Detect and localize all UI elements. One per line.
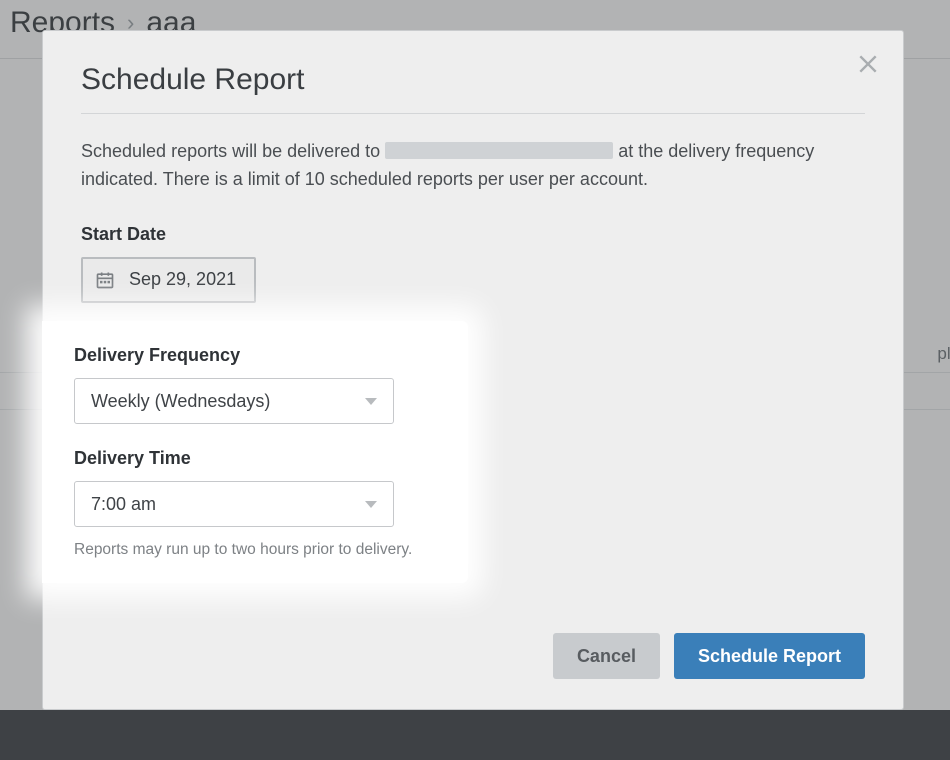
schedule-report-button[interactable]: Schedule Report — [674, 633, 865, 679]
delivery-frequency-select[interactable]: Weekly (Wednesdays) — [74, 378, 394, 424]
caret-down-icon — [365, 501, 377, 508]
redacted-email — [385, 142, 613, 159]
start-date-label: Start Date — [81, 224, 865, 245]
start-date-picker[interactable]: Sep 29, 2021 — [81, 257, 256, 303]
modal-title: Schedule Report — [81, 63, 865, 97]
modal-actions: Cancel Schedule Report — [553, 633, 865, 679]
lead-pre: Scheduled reports will be delivered to — [81, 141, 385, 161]
delivery-time-hint: Reports may run up to two hours prior to… — [74, 541, 436, 559]
delivery-frequency-value: Weekly (Wednesdays) — [91, 391, 270, 412]
delivery-time-select[interactable]: 7:00 am — [74, 481, 394, 527]
start-date-value: Sep 29, 2021 — [129, 269, 236, 290]
delivery-time-value: 7:00 am — [91, 494, 156, 515]
tutorial-highlight: Delivery Frequency Weekly (Wednesdays) D… — [42, 321, 468, 583]
caret-down-icon — [365, 398, 377, 405]
cancel-button[interactable]: Cancel — [553, 633, 660, 679]
calendar-icon — [95, 270, 115, 290]
close-icon[interactable] — [857, 53, 879, 75]
delivery-frequency-label: Delivery Frequency — [74, 345, 436, 366]
delivery-time-label: Delivery Time — [74, 448, 436, 469]
modal-description: Scheduled reports will be delivered to a… — [81, 138, 865, 194]
divider — [81, 113, 865, 114]
